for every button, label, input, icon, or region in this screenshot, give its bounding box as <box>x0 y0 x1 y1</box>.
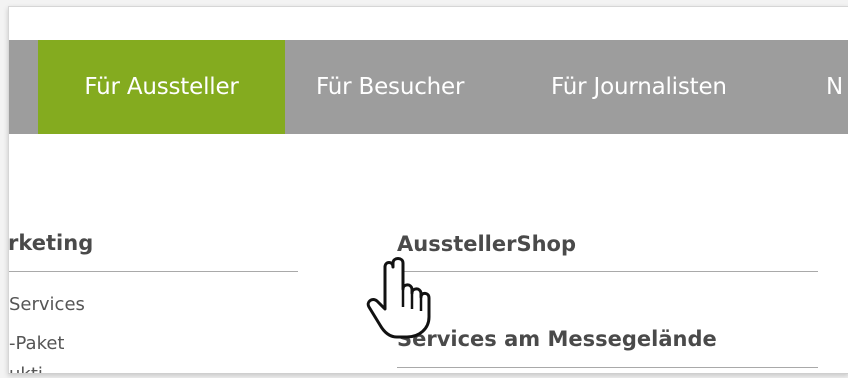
nav-item-fuer-journalisten[interactable]: Für Journalisten <box>551 40 727 134</box>
nav-item-truncated[interactable]: N <box>826 40 843 134</box>
main-navigation: Für Aussteller Für Besucher Für Journali… <box>9 40 848 134</box>
nav-item-fuer-besucher[interactable]: Für Besucher <box>316 40 464 134</box>
link-truncated[interactable]: ukti <box>9 364 43 373</box>
hand-pointer-icon <box>366 257 431 339</box>
nav-item-fuer-aussteller[interactable]: Für Aussteller <box>38 40 285 134</box>
marketing-heading[interactable]: rketing <box>9 231 93 255</box>
left-heading-divider <box>9 271 298 272</box>
services-divider <box>397 367 818 368</box>
link-services[interactable]: Services <box>9 294 85 315</box>
link-paket[interactable]: -Paket <box>9 333 65 354</box>
ausstellershop-divider <box>397 271 818 272</box>
